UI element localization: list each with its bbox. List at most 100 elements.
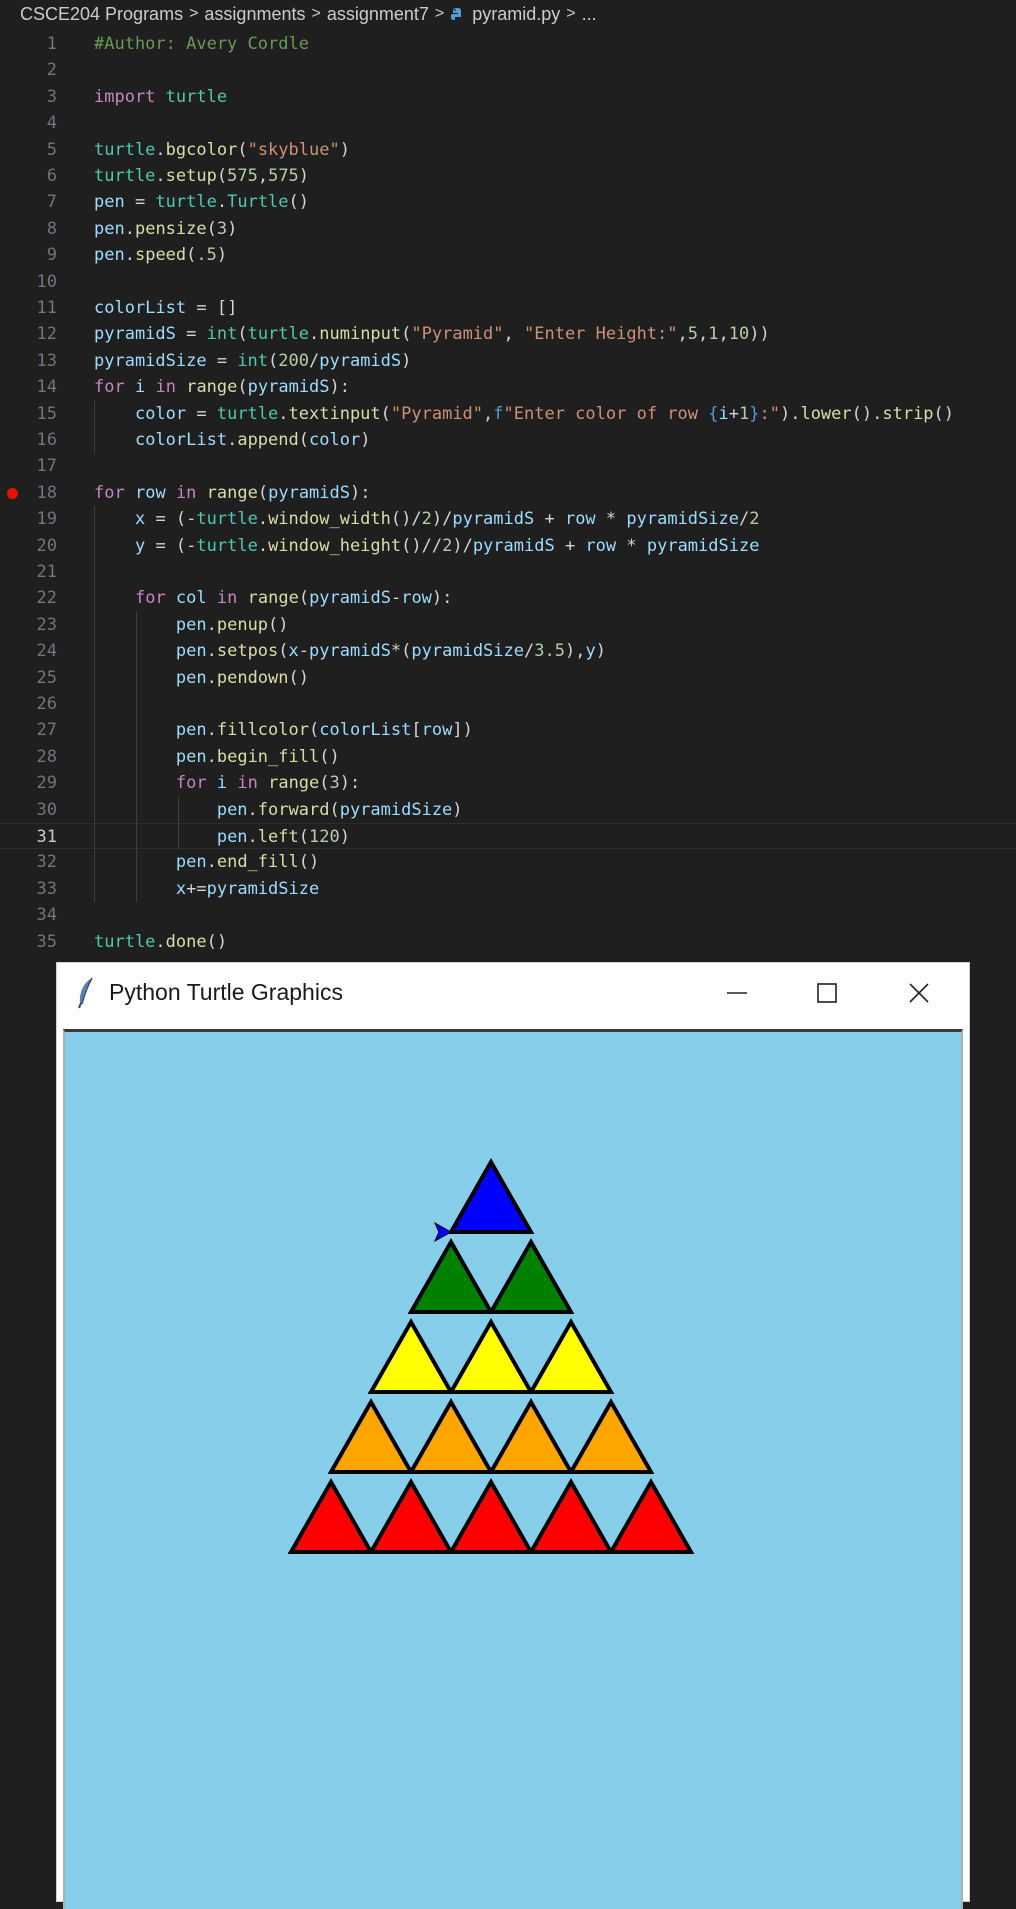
code-token: turtle (165, 86, 228, 107)
code-line[interactable]: 29 for i in range(3): (0, 770, 1016, 796)
code-line[interactable]: 27 pen.fillcolor(colorList[row]) (0, 717, 1016, 743)
code-token: . (278, 403, 289, 424)
line-number: 17 (36, 456, 57, 477)
code-token: , (257, 166, 269, 186)
code-line[interactable]: 4 (0, 110, 1016, 136)
code-line[interactable]: 25 pen.pendown() (0, 665, 1016, 691)
breadcrumb: CSCE204 Programs > assignments > assignment7… (20, 0, 597, 28)
code-token: x (175, 878, 187, 899)
code-token: range (186, 377, 238, 398)
code-token: . (227, 430, 238, 450)
code-line[interactable]: 22 for col in range(pyramidS-row): (0, 585, 1016, 611)
line-number: 11 (36, 298, 57, 318)
code-line[interactable]: 18 for row in range(pyramidS): (0, 480, 1016, 506)
code-line[interactable]: 3 import turtle (0, 84, 1016, 110)
code-token: turtle (94, 139, 156, 160)
code-token: )) (749, 324, 770, 345)
code-line[interactable]: 15 color = turtle.textinput("Pyramid",f"… (0, 401, 1016, 427)
code-text: color = turtle.textinput("Pyramid",f"Ent… (94, 401, 954, 427)
code-token: pyramidS (319, 350, 402, 371)
code-line[interactable]: 21 (0, 559, 1016, 585)
code-line[interactable]: 28 pen.begin_fill() (0, 744, 1016, 770)
code-line[interactable]: 33 x+=pyramidSize (0, 876, 1016, 902)
window-titlebar[interactable]: Python Turtle Graphics (57, 963, 969, 1025)
window-title: Python Turtle Graphics (109, 979, 343, 1005)
code-line[interactable]: 14 for i in range(pyramidS): (0, 374, 1016, 400)
code-token: . (216, 192, 228, 213)
code-line[interactable]: 17 (0, 453, 1016, 479)
code-token: pyramidSize (411, 641, 524, 662)
code-line[interactable]: 13 pyramidSize = int(200/pyramidS) (0, 348, 1016, 374)
code-line[interactable]: 2 (0, 57, 1016, 83)
code-token: 2 (421, 509, 432, 530)
turtle-graphics-window[interactable]: Python Turtle Graphics (56, 962, 970, 1909)
code-token: )/ (452, 535, 473, 556)
code-editor[interactable]: 1 #Author: Avery Cordle 2 3 import turtle 4 5 t… (0, 31, 1016, 956)
code-line[interactable]: 31 pen.left(120) (0, 823, 1016, 850)
code-token: += (186, 878, 207, 899)
code-token: pen (175, 641, 207, 662)
code-token: ): (431, 588, 453, 609)
turtle-canvas[interactable] (65, 1032, 961, 1909)
code-line[interactable]: 23 pen.penup() (0, 612, 1016, 638)
code-token: ) (216, 245, 228, 266)
code-token: 3 (216, 218, 228, 239)
line-number: 16 (36, 430, 57, 450)
code-line[interactable]: 24 pen.setpos(x-pyramidS*(pyramidSize/3.… (0, 638, 1016, 664)
code-line[interactable]: 30 pen.forward(pyramidSize) (0, 797, 1016, 823)
code-token: - (298, 641, 310, 662)
code-token: left (257, 827, 299, 847)
breadcrumb-item[interactable]: assignment7 (327, 0, 429, 28)
code-line[interactable]: 34 (0, 902, 1016, 928)
maximize-button[interactable] (805, 973, 849, 1013)
line-number: 10 (36, 271, 57, 292)
code-line[interactable]: 8 pen.pensize(3) (0, 216, 1016, 242)
breadcrumb-separator: > (189, 5, 199, 22)
code-token: pendown (216, 667, 289, 688)
code-token: fillcolor (216, 720, 309, 741)
code-line[interactable]: 7 pen = turtle.Turtle() (0, 189, 1016, 215)
code-text: pen.left(120) (94, 824, 350, 850)
code-line[interactable]: 10 (0, 269, 1016, 295)
code-line[interactable]: 12 pyramidS = int(turtle.numinput("Pyrami… (0, 321, 1016, 347)
close-button[interactable] (897, 973, 941, 1013)
code-token: window_width (268, 509, 391, 530)
code-token: , (718, 324, 729, 345)
code-line[interactable]: 16 colorList.append(color) (0, 427, 1016, 453)
line-number: 20 (36, 535, 57, 556)
breadcrumb-item[interactable]: pyramid.py (472, 0, 560, 28)
code-line[interactable]: 9 pen.speed(.5) (0, 242, 1016, 268)
breadcrumb-item[interactable]: assignments (204, 0, 305, 28)
code-token: 3 (329, 773, 340, 794)
code-token: range (247, 588, 299, 609)
code-line[interactable]: 26 (0, 691, 1016, 717)
code-line[interactable]: 35 turtle.done() (0, 929, 1016, 955)
code-line[interactable]: 19 x = (-turtle.window_width()/2)/pyrami… (0, 506, 1016, 532)
code-token: () (206, 931, 228, 952)
code-token: numinput (319, 324, 402, 345)
code-line[interactable]: 5 turtle.bgcolor("skyblue") (0, 137, 1016, 163)
minimize-button[interactable] (715, 973, 759, 1013)
code-token: in (237, 773, 258, 794)
code-token: turtle (216, 403, 279, 424)
code-text: for i in range(pyramidS): (94, 374, 350, 400)
code-token: . (247, 799, 258, 820)
code-token: colorList (319, 720, 412, 741)
breadcrumb-item[interactable]: CSCE204 Programs (20, 0, 183, 28)
code-token: ( (298, 827, 309, 847)
breadcrumb-more[interactable]: ... (582, 0, 597, 28)
code-line[interactable]: 32 pen.end_fill() (0, 849, 1016, 875)
code-line[interactable]: 6 turtle.setup(575,575) (0, 163, 1016, 189)
code-line[interactable]: 11 colorList = [] (0, 295, 1016, 321)
code-line[interactable]: 1 #Author: Avery Cordle (0, 31, 1016, 57)
code-line[interactable]: 20 y = (-turtle.window_height()//2)/pyra… (0, 533, 1016, 559)
code-token: 200 (278, 350, 309, 371)
code-token: y (585, 641, 596, 662)
code-token: , (698, 324, 709, 345)
